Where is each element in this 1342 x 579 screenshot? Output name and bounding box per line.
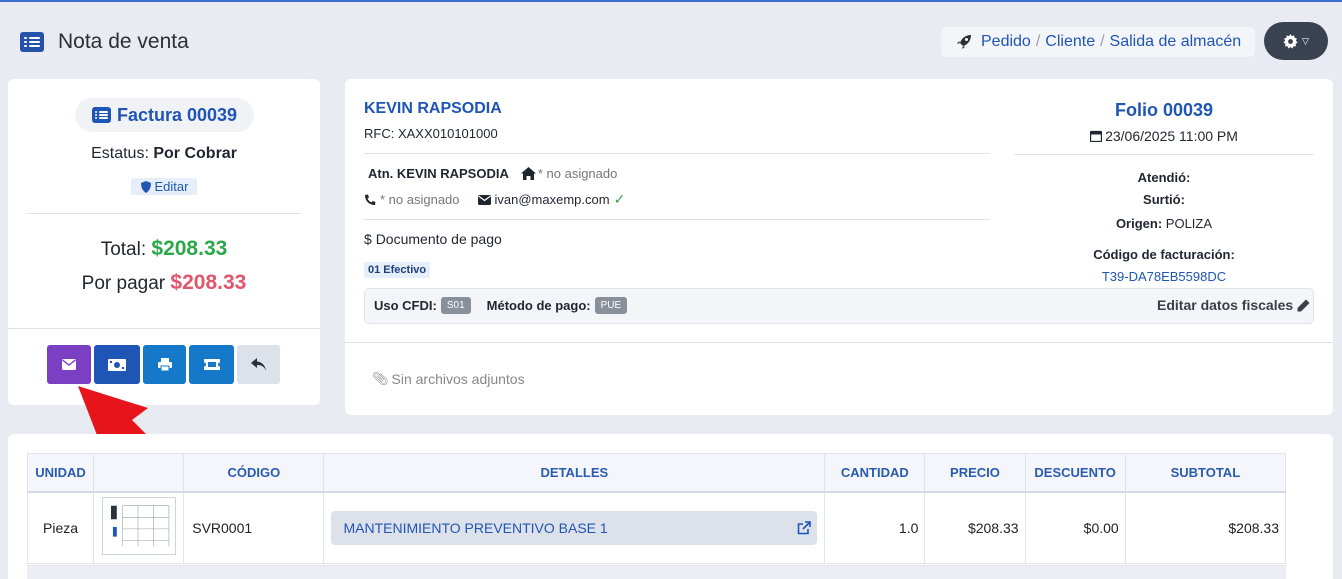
cell-descuento: $0.00	[1024, 491, 1126, 564]
reply-icon	[251, 358, 266, 371]
phone-value: * no asignado	[380, 192, 460, 207]
rocket-icon	[957, 35, 971, 49]
money-icon	[108, 358, 126, 371]
product-detail-link[interactable]: MANTENIMIENTO PREVENTIVO BASE 1	[331, 510, 818, 545]
col-subtotal[interactable]: SUBTOTAL	[1124, 453, 1287, 493]
list-icon	[91, 107, 111, 123]
cell-image	[93, 491, 185, 564]
metodo-badge: PUE	[594, 297, 628, 314]
col-unidad[interactable]: UNIDAD	[26, 453, 95, 493]
col-detalles[interactable]: DETALLES	[323, 453, 826, 493]
col-codigo[interactable]: CÓDIGO	[183, 453, 325, 493]
breadcrumb: Pedido / Cliente / Salida de almacén	[941, 27, 1255, 57]
attn-line: Atn. KEVIN RAPSODIA * no asignado	[368, 166, 617, 181]
home-icon	[520, 167, 536, 180]
contact-line: * no asignado ivan@maxemp.com ✓	[364, 191, 625, 208]
payment-method-badge: 01 Efectivo	[364, 262, 431, 278]
col-descuento[interactable]: DESCUENTO	[1024, 453, 1126, 493]
caret-down-icon: ▽	[1302, 35, 1309, 46]
product-thumbnail[interactable]	[101, 497, 176, 556]
breadcrumb-pedido[interactable]: Pedido	[981, 33, 1031, 51]
surtio-label: Surtió:	[1143, 192, 1185, 207]
invoice-label: Factura 00039	[116, 104, 238, 125]
printer-icon	[157, 358, 172, 371]
cell-subtotal: $208.33	[1124, 491, 1287, 564]
cell-detalles: MANTENIMIENTO PREVENTIVO BASE 1	[323, 491, 826, 564]
edit-fiscal-button[interactable]: Editar datos fiscales	[1157, 297, 1310, 313]
cfdi-badge: S01	[440, 297, 471, 314]
phone-icon	[365, 194, 376, 205]
pencil-icon	[1297, 299, 1310, 311]
ticket-icon	[203, 359, 220, 370]
col-image	[93, 453, 185, 493]
origen-value: POLIZA	[1165, 216, 1213, 231]
breadcrumb-cliente[interactable]: Cliente	[1045, 33, 1095, 51]
folio-title: Folio 00039	[1114, 100, 1214, 120]
page-header: Nota de venta	[20, 30, 189, 54]
table-footer-row	[27, 565, 1286, 579]
shield-icon	[140, 180, 151, 193]
products-table: UNIDAD CÓDIGO DETALLES CANTIDAD PRECIO D…	[26, 453, 1287, 564]
attachments-line: 📎︎ Sin archivos adjuntos	[372, 371, 525, 387]
invoice-pill: Factura 00039	[75, 98, 254, 132]
table-header-row: UNIDAD CÓDIGO DETALLES CANTIDAD PRECIO D…	[26, 453, 1287, 493]
cell-precio: $208.33	[924, 491, 1026, 564]
settings-dropdown-button[interactable]: ▽	[1264, 22, 1328, 60]
list-icon	[20, 32, 44, 52]
atendio-label: Atendió:	[1137, 170, 1191, 185]
breadcrumb-salida[interactable]: Salida de almacén	[1110, 33, 1242, 51]
envelope-icon	[477, 194, 491, 205]
ticket-button[interactable]	[189, 345, 234, 384]
address-value: * no asignado	[537, 166, 618, 181]
edit-status-button[interactable]: Editar	[131, 178, 197, 195]
cell-unidad: Pieza	[26, 491, 95, 564]
payment-doc-line: $ Documento de pago	[364, 231, 502, 247]
due-value: $208.33	[170, 271, 247, 294]
paperclip-icon: 📎︎	[372, 371, 389, 386]
client-name[interactable]: KEVIN RAPSODIA	[364, 100, 502, 118]
check-icon: ✓	[613, 191, 626, 207]
folio-date-line: 23/06/2025 11:00 PM	[1014, 128, 1314, 144]
folio-meta: Atendió: Surtió: Origen: POLIZA Código d…	[1014, 167, 1314, 288]
status-line: Estatus: Por Cobrar	[91, 145, 237, 162]
envelope-icon	[62, 359, 76, 370]
external-link-icon	[797, 520, 812, 535]
cfdi-line: Uso CFDI: S01 Método de pago: PUE	[374, 297, 628, 314]
codigo-value[interactable]: T39-DA78EB5598DC	[1014, 266, 1314, 288]
calendar-icon	[1090, 130, 1103, 142]
email-value[interactable]: ivan@maxemp.com	[495, 192, 610, 207]
total-line: Total: $208.33	[100, 237, 228, 260]
attn-name: Atn. KEVIN RAPSODIA	[368, 166, 509, 181]
table-row: Pieza SVR0001 MANTENIMIENTO PREVENTIVO B…	[26, 491, 1287, 564]
page-title: Nota de venta	[58, 30, 189, 53]
total-value: $208.33	[151, 237, 228, 260]
dollar-icon: $	[364, 231, 372, 247]
client-rfc: RFC: XAXX010101000	[364, 126, 498, 141]
cell-cantidad: 1.0	[824, 491, 926, 564]
status-value: Por Cobrar	[153, 145, 237, 162]
cell-codigo: SVR0001	[183, 491, 325, 564]
return-button[interactable]	[237, 345, 280, 384]
col-precio[interactable]: PRECIO	[924, 453, 1026, 493]
col-cantidad[interactable]: CANTIDAD	[824, 453, 926, 493]
due-line: Por pagar $208.33	[81, 271, 247, 294]
gear-icon	[1283, 33, 1298, 48]
